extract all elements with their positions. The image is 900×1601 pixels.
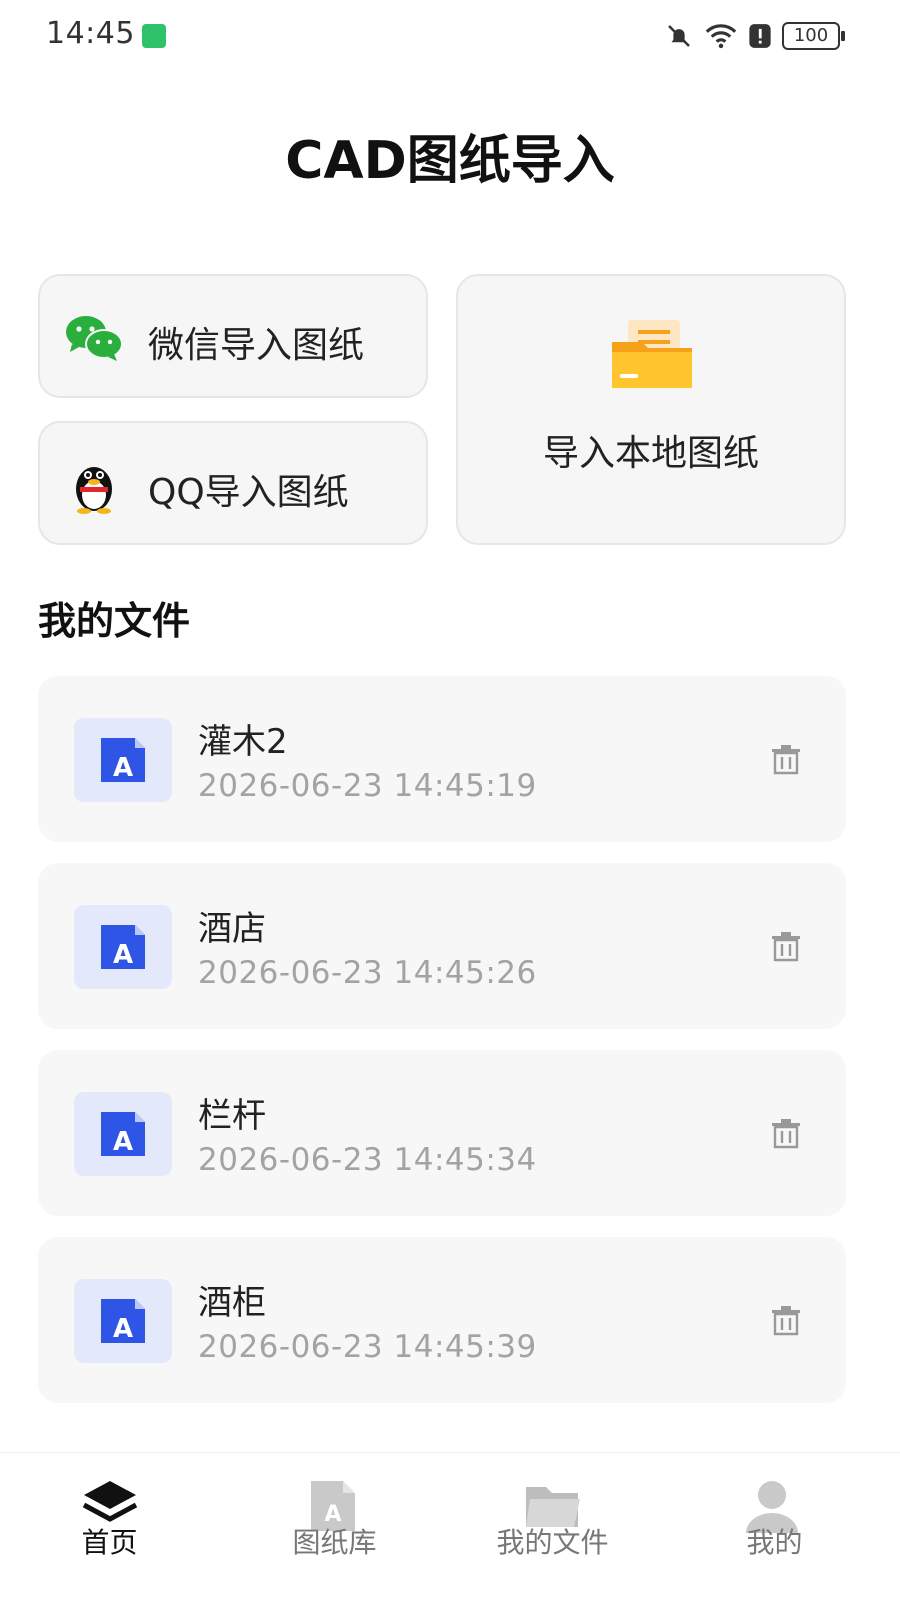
file-timestamp: 2026-06-23 14:45:34 — [198, 1142, 537, 1178]
file-item[interactable]: A 酒柜 2026-06-23 14:45:39 — [38, 1237, 846, 1403]
qq-penguin-icon — [76, 467, 112, 514]
wechat-import-button[interactable]: 微信导入图纸 — [38, 274, 428, 398]
svg-text:A: A — [113, 1314, 133, 1344]
file-name: 酒店 — [198, 909, 266, 949]
wechat-icon — [66, 316, 123, 361]
svg-text:A: A — [113, 940, 133, 970]
page-title: CAD图纸导入 — [285, 131, 615, 191]
bottom-nav: 首页 A 图纸库 我的文件 我的 — [0, 1452, 900, 1601]
svg-text:A: A — [113, 753, 133, 783]
alert-icon — [749, 24, 771, 48]
qq-import-label: QQ导入图纸 — [148, 472, 349, 513]
file-timestamp: 2026-06-23 14:45:39 — [198, 1329, 537, 1365]
cad-file-icon: A — [74, 718, 172, 802]
trash-icon[interactable] — [768, 1303, 804, 1339]
file-timestamp: 2026-06-23 14:45:26 — [198, 955, 537, 991]
wifi-icon — [705, 24, 737, 49]
status-time: 14:45 — [46, 16, 135, 51]
nav-label: 图纸库 — [292, 1526, 377, 1559]
nav-label: 我的 — [746, 1526, 803, 1559]
wechat-import-label: 微信导入图纸 — [148, 325, 365, 366]
nav-item-home[interactable]: 首页 — [0, 1453, 225, 1601]
status-icons: 100 — [664, 18, 845, 54]
local-import-label: 导入本地图纸 — [542, 433, 759, 474]
nav-label: 首页 — [81, 1526, 138, 1559]
trash-icon[interactable] — [768, 929, 804, 965]
file-item[interactable]: A 酒店 2026-06-23 14:45:26 — [38, 863, 846, 1029]
file-item[interactable]: A 栏杆 2026-06-23 14:45:34 — [38, 1050, 846, 1216]
file-timestamp: 2026-06-23 14:45:19 — [198, 768, 537, 804]
file-name: 栏杆 — [198, 1096, 266, 1136]
local-import-button[interactable]: 导入本地图纸 — [456, 274, 846, 545]
hourglass-app-icon — [142, 24, 166, 48]
file-name: 灌木2 — [198, 722, 288, 762]
section-title-my-files: 我的文件 — [38, 599, 191, 643]
nav-item-my-files[interactable]: 我的文件 — [440, 1453, 665, 1601]
mute-icon — [668, 25, 690, 47]
svg-text:A: A — [113, 1127, 133, 1157]
cad-file-icon: A — [74, 905, 172, 989]
folder-icon — [612, 320, 692, 388]
file-item[interactable]: A 灌木2 2026-06-23 14:45:19 — [38, 676, 846, 842]
cad-file-icon: A — [74, 1279, 172, 1363]
nav-item-drawing-library[interactable]: A 图纸库 — [225, 1453, 450, 1601]
status-bar: 14:45 100 — [0, 0, 900, 72]
qq-import-button[interactable]: QQ导入图纸 — [38, 421, 428, 545]
trash-icon[interactable] — [768, 742, 804, 778]
nav-label: 我的文件 — [496, 1526, 609, 1559]
battery-indicator: 100 — [782, 22, 845, 50]
cad-file-icon: A — [74, 1092, 172, 1176]
file-name: 酒柜 — [198, 1283, 266, 1323]
nav-item-me[interactable]: 我的 — [662, 1453, 887, 1601]
trash-icon[interactable] — [768, 1116, 804, 1152]
